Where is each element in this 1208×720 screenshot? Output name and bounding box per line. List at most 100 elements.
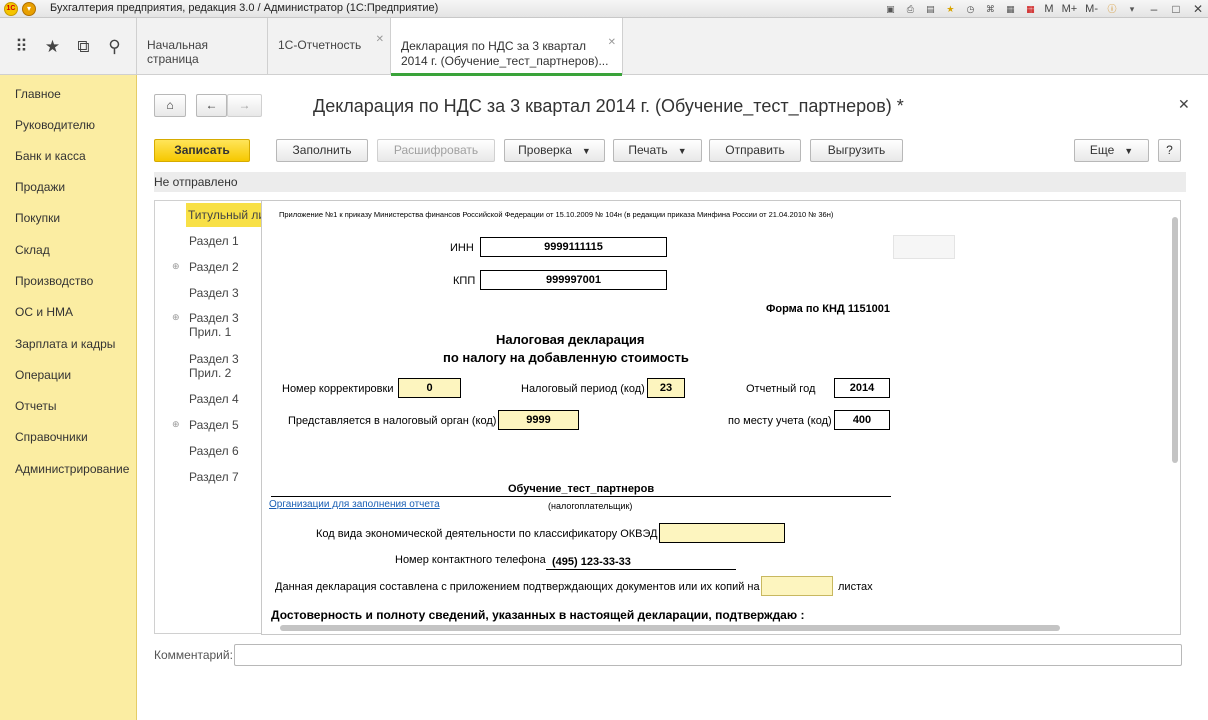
print-button[interactable]: Печать ▼ (613, 139, 702, 162)
org-underline (271, 496, 891, 497)
more-button[interactable]: Еще ▼ (1074, 139, 1149, 162)
sidebar-item-operations[interactable]: Операции (15, 368, 71, 382)
section-label-line2: Прил. 2 (189, 366, 232, 380)
section-item-2[interactable]: Раздел 2 (189, 260, 239, 274)
section-item-title-page[interactable]: Титульный лист (186, 203, 261, 227)
sidebar-item-manager[interactable]: Руководителю (15, 118, 95, 132)
section-item-1[interactable]: Раздел 1 (189, 234, 239, 248)
section-item-3[interactable]: Раздел 3 (189, 286, 239, 300)
section-item-6[interactable]: Раздел 6 (189, 444, 239, 458)
window-title: Бухгалтерия предприятия, редакция 3.0 / … (50, 2, 439, 14)
section-item-5[interactable]: Раздел 5 (189, 418, 239, 432)
link-icon[interactable]: ⌘ (983, 3, 997, 16)
history-icon[interactable]: ◷ (963, 3, 977, 16)
okved-field[interactable] (659, 523, 785, 543)
sidebar-item-warehouse[interactable]: Склад (15, 243, 50, 257)
inn-field[interactable]: 9999111115 (480, 237, 667, 257)
attachments-field[interactable] (761, 576, 833, 596)
main-content: ⌂ ← → Декларация по НДС за 3 квартал 201… (138, 76, 1196, 716)
chevron-down-icon: ▼ (1124, 146, 1134, 156)
year-label: Отчетный год (746, 383, 816, 395)
period-field[interactable]: 23 (647, 378, 685, 398)
memory-minus-button[interactable]: M- (1085, 3, 1098, 15)
export-button[interactable]: Выгрузить (810, 139, 903, 162)
chevron-down-icon: ▼ (581, 146, 591, 156)
arrow-right-icon: → (238, 98, 251, 112)
back-button[interactable]: ← (196, 94, 227, 117)
sidebar-item-catalogs[interactable]: Справочники (15, 430, 88, 444)
kpp-field[interactable]: 999997001 (480, 270, 667, 290)
help-button[interactable]: ? (1158, 139, 1181, 162)
authority-label: Представляется в налоговый орган (код) (288, 415, 497, 427)
expand-icon[interactable]: ⊕ (172, 261, 180, 272)
sidebar-item-sales[interactable]: Продажи (15, 180, 65, 194)
sidebar-item-bank[interactable]: Банк и касса (15, 149, 86, 163)
decode-button[interactable]: Расшифровать (377, 139, 495, 162)
section-label-line1: Раздел 3 (189, 311, 239, 325)
authority-field[interactable]: 9999 (498, 410, 579, 430)
fill-button[interactable]: Заполнить (276, 139, 368, 162)
close-tab-icon[interactable]: ✕ (608, 35, 616, 50)
sidebar-item-assets[interactable]: ОС и НМА (15, 305, 73, 319)
expand-icon[interactable]: ⊕ (172, 312, 180, 323)
memory-plus-button[interactable]: M+ (1062, 3, 1078, 15)
status-bar: Не отправлено (154, 172, 1186, 192)
vertical-scrollbar[interactable] (1172, 217, 1178, 463)
info-icon[interactable]: ⓘ (1105, 3, 1119, 16)
save-icon[interactable]: ▣ (883, 3, 897, 16)
correction-field[interactable]: 0 (398, 378, 461, 398)
send-button[interactable]: Отправить (709, 139, 801, 162)
forward-button[interactable]: → (227, 94, 262, 117)
calculator-icon[interactable]: ▦ (1003, 3, 1017, 16)
sidebar-item-reports[interactable]: Отчеты (15, 399, 56, 413)
confirmation-text: Достоверность и полноту сведений, указан… (271, 608, 805, 622)
sidebar-item-main[interactable]: Главное (15, 87, 61, 101)
search-icon[interactable]: ⚲ (104, 37, 126, 57)
chevron-down-icon: ▼ (677, 146, 687, 156)
section-item-4[interactable]: Раздел 4 (189, 392, 239, 406)
close-form-icon[interactable]: ✕ (1178, 96, 1190, 113)
arrow-left-icon: ← (205, 98, 218, 112)
apps-grid-icon[interactable]: ⠿ (11, 37, 33, 57)
close-window-button[interactable]: ✕ (1188, 1, 1208, 17)
tab-label: Начальная страница (147, 38, 209, 66)
section-item-3-app1[interactable]: Раздел 3 Прил. 1 (189, 311, 239, 339)
dropdown-icon[interactable]: ▾ (1125, 3, 1139, 16)
form-title-line1: Налоговая декларация (496, 332, 645, 347)
phone-value[interactable]: (495) 123-33-33 (552, 556, 631, 568)
save-button[interactable]: Записать (154, 139, 250, 162)
maximize-button[interactable]: □ (1166, 1, 1186, 17)
preview-icon[interactable]: ▤ (923, 3, 937, 16)
form-header-note: Приложение №1 к приказу Министерства фин… (279, 210, 834, 219)
history-icon[interactable]: ⧉ (73, 37, 95, 57)
calendar-icon[interactable]: ▦ (1023, 3, 1037, 16)
horizontal-scrollbar[interactable] (280, 625, 1060, 631)
sidebar-item-admin[interactable]: Администрирование (15, 462, 129, 476)
section-item-3-app2[interactable]: Раздел 3 Прил. 2 (189, 352, 239, 380)
print-icon[interactable]: ⎙ (903, 3, 917, 16)
minimize-button[interactable]: – (1144, 1, 1164, 17)
org-settings-link[interactable]: Организации для заполнения отчета (269, 499, 440, 510)
more-button-label: Еще (1089, 143, 1115, 157)
tab-vat-declaration[interactable]: Декларация по НДС за 3 квартал 2014 г. (… (391, 18, 623, 76)
year-field[interactable]: 2014 (834, 378, 890, 398)
comment-field[interactable] (234, 644, 1182, 666)
sidebar-item-salary[interactable]: Зарплата и кадры (15, 337, 115, 351)
section-label-line1: Раздел 3 (189, 352, 239, 366)
home-button[interactable]: ⌂ (154, 94, 186, 117)
attachments-suffix: листах (838, 581, 873, 593)
favorites-icon[interactable]: ★ (943, 3, 957, 16)
close-tab-icon[interactable]: ✕ (376, 34, 384, 45)
memory-m-button[interactable]: M (1044, 3, 1053, 15)
expand-icon[interactable]: ⊕ (172, 419, 180, 430)
tab-1c-reporting[interactable]: 1С-Отчетность ✕ (268, 18, 391, 75)
check-button[interactable]: Проверка ▼ (504, 139, 605, 162)
sidebar-item-production[interactable]: Производство (15, 274, 93, 288)
place-field[interactable]: 400 (834, 410, 890, 430)
main-menu-icon[interactable]: ▾ (22, 2, 36, 16)
sidebar-item-purchases[interactable]: Покупки (15, 211, 60, 225)
section-item-7[interactable]: Раздел 7 (189, 470, 239, 484)
favorites-star-icon[interactable]: ★ (42, 37, 64, 57)
phone-underline (546, 569, 736, 570)
tab-home[interactable]: Начальная страница (137, 18, 268, 75)
